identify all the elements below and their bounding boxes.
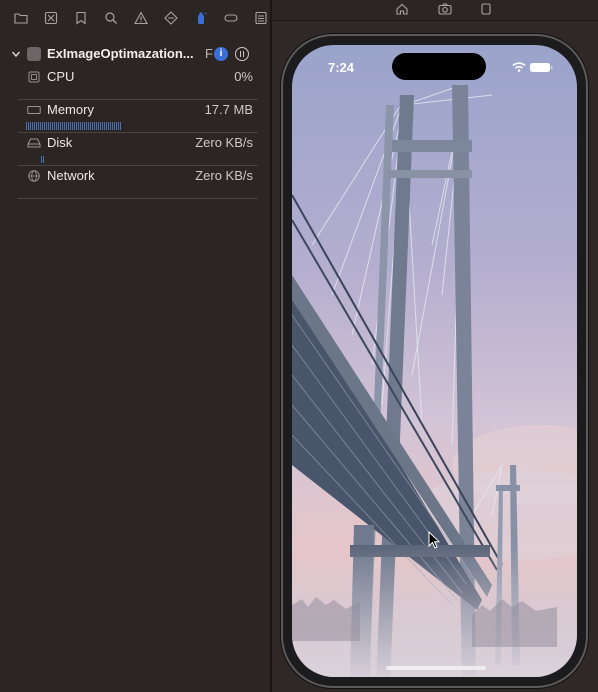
tag-icon[interactable] [216, 0, 246, 36]
status-icons [512, 62, 553, 72]
globe-icon [28, 170, 40, 182]
search-icon[interactable] [96, 0, 126, 36]
gauge-label: Disk [47, 135, 73, 150]
camera-icon[interactable] [438, 2, 452, 16]
memory-icon [27, 106, 41, 114]
gauge-label: CPU [47, 69, 75, 84]
gauge-cpu[interactable]: CPU 0% [18, 66, 258, 100]
memory-sparkline [26, 122, 121, 130]
home-icon[interactable] [395, 2, 409, 16]
x-square-icon[interactable] [36, 0, 66, 36]
iphone-frame: 7:24 [281, 34, 588, 688]
gauge-network[interactable]: Network Zero KB/s [18, 165, 258, 199]
spray-can-icon[interactable] [186, 0, 216, 36]
gauge-label: Network [47, 168, 95, 183]
info-icon[interactable]: i [214, 47, 228, 61]
simulator-window: 7:24 [272, 0, 598, 692]
gauge-disk[interactable]: Disk Zero KB/s [18, 132, 258, 166]
diamond-icon[interactable] [156, 0, 186, 36]
app-icon [27, 47, 41, 61]
warning-icon[interactable] [126, 0, 156, 36]
gauge-value: 17.7 MB [204, 102, 253, 117]
gauge-value: Zero KB/s [195, 135, 253, 150]
pause-icon[interactable] [235, 47, 249, 61]
disk-sparkline [41, 155, 44, 163]
disk-icon [27, 138, 41, 148]
rotate-icon[interactable] [479, 2, 493, 16]
app-process-row[interactable]: ExImageOptimazation... F i [0, 42, 262, 66]
battery-icon [530, 63, 553, 72]
status-time: 7:24 [328, 60, 355, 75]
gauge-value: 0% [234, 69, 253, 84]
folder-icon[interactable] [6, 0, 36, 36]
home-indicator[interactable] [386, 666, 486, 670]
gauge-memory[interactable]: Memory 17.7 MB [18, 99, 258, 133]
mouse-cursor-icon [428, 531, 440, 549]
chevron-down-icon[interactable] [10, 48, 22, 60]
bookmark-icon[interactable] [66, 0, 96, 36]
cpu-chip-icon [28, 71, 40, 83]
bridge-photo [292, 45, 577, 677]
wifi-icon [512, 62, 526, 72]
debug-navigator: ExImageOptimazation... F i CPU 0% Memory… [0, 0, 270, 692]
app-name-suffix: F [205, 46, 213, 61]
gauge-value: Zero KB/s [195, 168, 253, 183]
app-name: ExImageOptimazation... [47, 46, 194, 61]
simulator-toolbar [272, 0, 598, 21]
device-screen[interactable]: 7:24 [292, 45, 577, 677]
dynamic-island [392, 53, 486, 80]
gauge-label: Memory [47, 102, 94, 117]
navigator-toolbar [0, 0, 276, 36]
